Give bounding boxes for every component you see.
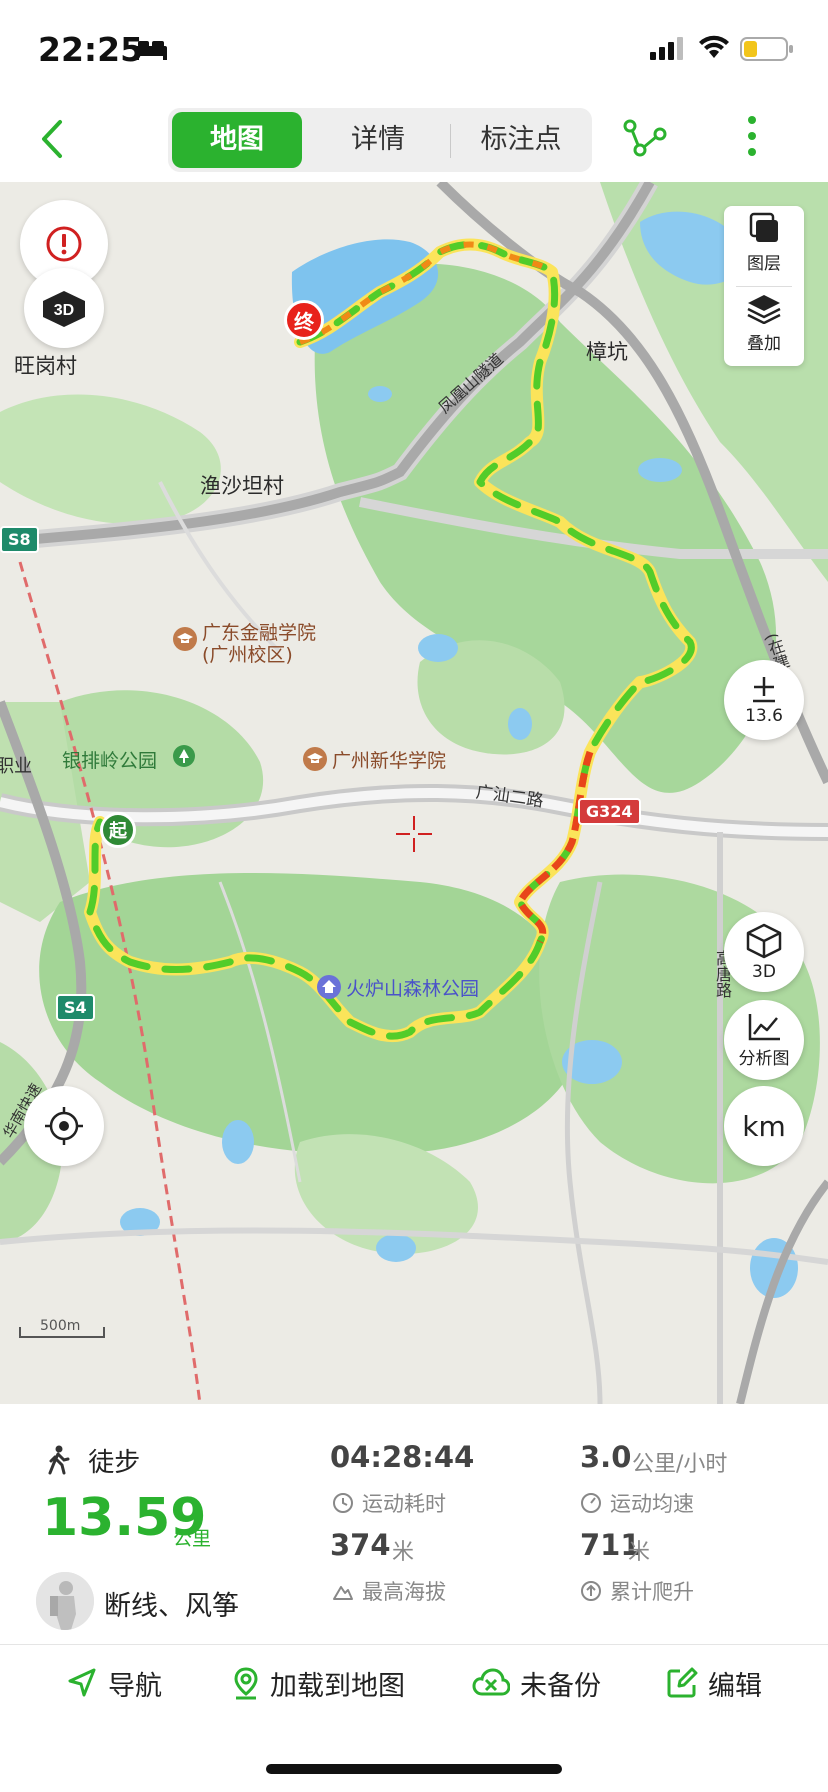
zoom-level: 13.6 [745, 706, 783, 726]
layers-label: 图层 [747, 254, 781, 274]
edit-icon [667, 1667, 698, 1698]
tab-separator [450, 124, 451, 158]
back-icon[interactable] [32, 114, 72, 164]
end-marker[interactable]: 终 [284, 300, 324, 340]
map-label-yinpailing: 银排岭公园 [62, 750, 158, 772]
home-indicator[interactable] [266, 1764, 562, 1774]
layer-divider [736, 286, 792, 287]
wifi-icon [699, 35, 729, 58]
map-background [0, 182, 828, 1404]
cellular-signal-icon [650, 37, 683, 60]
svg-text:3D: 3D [54, 302, 74, 319]
3d-playback-button[interactable]: 3D [724, 912, 804, 992]
navigate-label: 导航 [108, 1670, 162, 1702]
route-share-icon[interactable] [622, 116, 668, 160]
overlay-stack-icon [747, 295, 781, 325]
total-climb-unit: 米 [628, 1540, 651, 1565]
total-climb-label: 累计爬升 [610, 1580, 694, 1604]
max-altitude-label: 最高海拔 [362, 1580, 446, 1604]
map-label-yushatan: 渔沙坦村 [200, 474, 284, 498]
mountain-icon [333, 1586, 353, 1600]
university-icon-2 [303, 747, 327, 771]
sport-type: 徒步 [46, 1442, 140, 1479]
cube-icon [746, 923, 782, 959]
zoom-button[interactable]: 13.6 [724, 660, 804, 740]
analysis-chart-button[interactable]: 分析图 [724, 1000, 804, 1080]
map-label-zhangkeng: 樟坑 [586, 340, 628, 364]
sleep-mode-icon [135, 41, 167, 60]
map-scale: 500m [18, 1318, 108, 1343]
climb-arrow-icon [581, 1581, 601, 1601]
map-pin-icon [234, 1667, 258, 1700]
sport-type-label: 徒步 [88, 1448, 141, 1478]
status-time: 22:25 [38, 30, 144, 69]
backup-label: 未备份 [520, 1670, 601, 1702]
layers-icon [749, 212, 778, 242]
map-label-gdjr-campus: (广州校区) [202, 644, 293, 666]
scale-label: 500m [40, 1318, 81, 1334]
load-to-map-label: 加载到地图 [270, 1670, 405, 1702]
cloud-unsynced-icon [472, 1668, 510, 1696]
duration-label: 运动耗时 [362, 1492, 446, 1516]
navigation-arrow-icon [68, 1668, 96, 1697]
map-label-xinhua: 广州新华学院 [332, 750, 447, 772]
battery-icon [740, 37, 793, 61]
road-sign-s8: S8 [0, 526, 39, 553]
start-marker[interactable]: 起 [100, 812, 136, 848]
max-altitude-unit: 米 [392, 1540, 415, 1565]
layer-panel: 图层 叠加 [724, 206, 804, 366]
overlay-label: 叠加 [747, 334, 781, 354]
top-nav: 地图 详情 标注点 [0, 100, 828, 182]
edit-label: 编辑 [708, 1670, 762, 1702]
avg-speed-label: 运动均速 [610, 1492, 694, 1516]
3d-label: 3D [752, 962, 776, 982]
edit-button[interactable]: 编辑 [666, 1663, 762, 1703]
university-icon [173, 627, 197, 651]
locate-button[interactable] [24, 1086, 104, 1166]
plus-icon [753, 677, 775, 703]
unit-label: km [742, 1109, 786, 1143]
load-to-map-button[interactable]: 加载到地图 [232, 1663, 405, 1703]
line-chart-icon [748, 1013, 780, 1040]
more-icon[interactable] [744, 112, 760, 160]
road-sign-s4: S4 [56, 994, 95, 1021]
navigate-button[interactable]: 导航 [66, 1663, 162, 1703]
locate-icon [45, 1107, 83, 1145]
avg-speed-value: 3.0 [580, 1440, 632, 1474]
unit-toggle-button[interactable]: km [724, 1086, 804, 1166]
layers-button[interactable]: 图层 [724, 212, 804, 274]
app-root: 22:25 地图 详情 标注点 旺岗村 樟坑 凤凰山隧道 渔沙坦村 广东金融学院… [0, 0, 828, 1792]
tab-map[interactable]: 地图 [172, 112, 302, 168]
overlay-button[interactable]: 叠加 [724, 292, 804, 354]
warning-icon [46, 226, 82, 262]
distance-unit: 公里 [173, 1528, 212, 1550]
tab-waypoints[interactable]: 标注点 [454, 112, 588, 168]
analysis-label: 分析图 [738, 1048, 790, 1069]
duration-value: 04:28:44 [330, 1440, 475, 1474]
tab-details[interactable]: 详情 [314, 112, 442, 168]
3d-view-toggle[interactable]: 3D [24, 268, 104, 348]
map-view[interactable]: 旺岗村 樟坑 凤凰山隧道 渔沙坦村 广东金融学院 (广州校区) 银排岭公园 广州… [0, 182, 828, 1404]
status-bar: 22:25 [0, 0, 828, 100]
backup-button[interactable]: 未备份 [472, 1663, 601, 1703]
speedometer-icon [581, 1493, 601, 1513]
park-icon [173, 745, 195, 767]
user-name[interactable]: 断线、风筝 [104, 1584, 239, 1623]
view-tabs: 地图 详情 标注点 [168, 108, 592, 172]
3d-cube-icon: 3D [43, 291, 85, 327]
hiker-avatar-icon [36, 1572, 94, 1630]
map-label-huolushan: 火炉山森林公园 [346, 978, 480, 1000]
forest-park-icon [317, 975, 341, 999]
road-sign-g324: G324 [578, 798, 641, 825]
map-label-wanggang: 旺岗村 [14, 354, 77, 378]
clock-icon [333, 1493, 353, 1513]
track-summary: 徒步 13.59 公里 断线、风筝 04:28:44 运动耗时 3.0 公里/小… [0, 1404, 828, 1644]
avatar[interactable] [36, 1572, 94, 1630]
map-label-zhiye: 职业 [0, 756, 32, 777]
bottom-actions: 导航 加载到地图 未备份 编辑 [0, 1644, 828, 1720]
hiking-icon [48, 1445, 70, 1475]
max-altitude-value: 374 [330, 1528, 391, 1562]
avg-speed-unit: 公里/小时 [632, 1452, 728, 1477]
